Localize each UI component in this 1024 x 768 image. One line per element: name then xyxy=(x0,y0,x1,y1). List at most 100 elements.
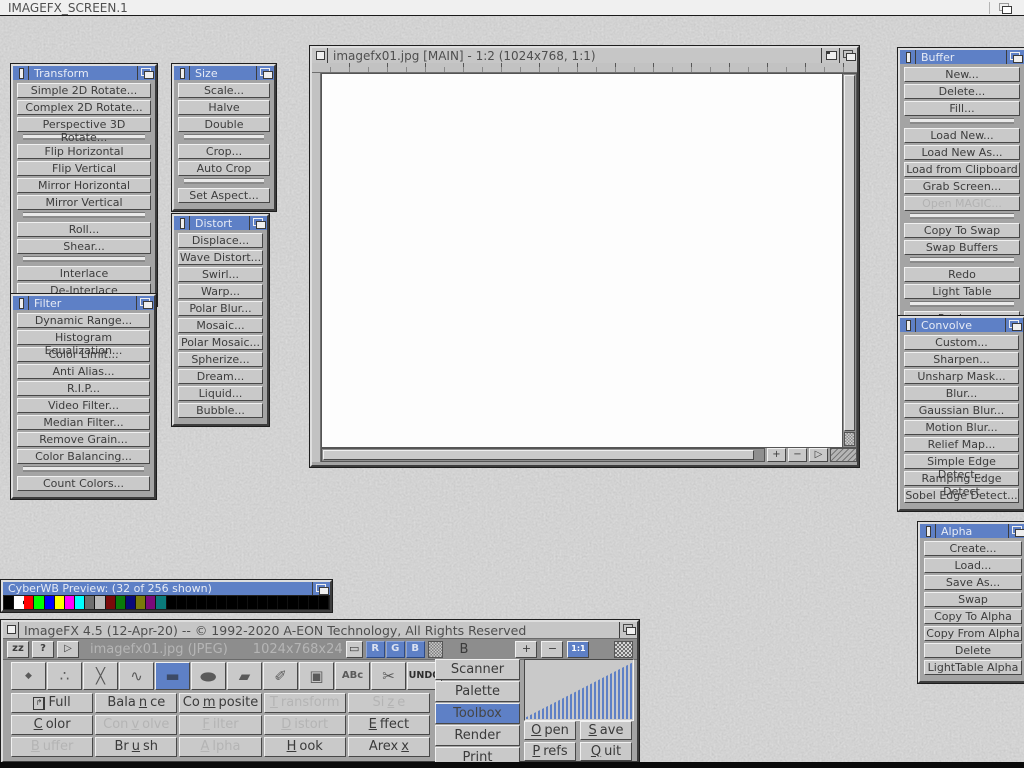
button-anti-alias[interactable]: Anti Alias... xyxy=(17,364,150,379)
button-save-as[interactable]: Save As... xyxy=(924,575,1022,590)
help-button[interactable]: ? xyxy=(32,641,54,658)
button-redo[interactable]: Redo xyxy=(904,267,1020,282)
button-delete[interactable]: Delete xyxy=(924,643,1022,658)
color-swatch[interactable] xyxy=(207,596,217,609)
color-swatch[interactable] xyxy=(258,596,268,609)
button-new[interactable]: New... xyxy=(904,67,1020,82)
color-swatch[interactable] xyxy=(197,596,207,609)
color-swatch[interactable] xyxy=(136,596,146,609)
button-delete[interactable]: Delete... xyxy=(904,84,1020,99)
b-channel-button[interactable]: B xyxy=(406,641,425,658)
button-lighttable-alpha[interactable]: LightTable Alpha xyxy=(924,660,1022,675)
macro-button[interactable]: ▷ xyxy=(57,641,79,658)
color-swatch[interactable] xyxy=(156,596,166,609)
button-effect[interactable]: Effect xyxy=(348,715,430,735)
button-full[interactable]: ↱Full xyxy=(11,693,93,713)
oval-tool[interactable]: ● xyxy=(191,662,226,690)
color-swatch[interactable] xyxy=(95,596,105,609)
alpha-titlebar[interactable]: Alpha xyxy=(920,524,1024,538)
button-open[interactable]: Open xyxy=(524,721,576,740)
button-composite[interactable]: Composite xyxy=(179,693,261,713)
freehand-tool[interactable]: ✐ xyxy=(263,662,298,690)
button-dynamic-range[interactable]: Dynamic Range... xyxy=(17,313,150,328)
scrollbar-gadget[interactable] xyxy=(844,432,855,446)
button-video-filter[interactable]: Video Filter... xyxy=(17,398,150,413)
button-scale[interactable]: Scale... xyxy=(178,83,270,98)
button-toolbox[interactable]: Toolbox xyxy=(435,703,520,724)
color-swatch[interactable] xyxy=(106,596,116,609)
button-gaussian-blur[interactable]: Gaussian Blur... xyxy=(904,403,1019,418)
pan-gadget[interactable]: ▷ xyxy=(809,448,828,462)
color-swatch[interactable] xyxy=(268,596,278,609)
zoom-in-gadget[interactable]: + xyxy=(767,448,786,462)
screen-depth-gadget[interactable] xyxy=(996,1,1018,14)
color-swatch[interactable] xyxy=(319,596,329,609)
button-swap-buffers[interactable]: Swap Buffers xyxy=(904,240,1020,255)
color-swatch[interactable] xyxy=(217,596,227,609)
r-channel-button[interactable]: R xyxy=(366,641,385,658)
toolbar-titlebar[interactable]: ImageFX 4.5 (12-Apr-20) -- © 1992-2020 A… xyxy=(3,622,637,638)
resize-gadget[interactable] xyxy=(830,448,857,462)
button-render[interactable]: Render xyxy=(435,725,520,746)
button-interlace[interactable]: Interlace xyxy=(17,266,151,281)
close-gadget[interactable] xyxy=(3,622,19,638)
button-dream[interactable]: Dream... xyxy=(178,369,263,384)
color-swatch[interactable] xyxy=(309,596,319,609)
button-blur[interactable]: Blur... xyxy=(904,386,1019,401)
depth-gadget[interactable] xyxy=(1006,50,1024,64)
horizontal-scrollbar[interactable] xyxy=(321,448,765,462)
color-swatch[interactable] xyxy=(34,596,44,609)
airbrush-tool[interactable]: ∴ xyxy=(47,662,82,690)
line-tool[interactable]: ╳ xyxy=(83,662,118,690)
button-light-table[interactable]: Light Table xyxy=(904,284,1020,299)
button-load[interactable]: Load... xyxy=(924,558,1022,573)
color-swatch[interactable] xyxy=(24,596,34,609)
button-scanner[interactable]: Scanner xyxy=(435,659,520,680)
button-shear[interactable]: Shear... xyxy=(17,239,151,254)
button-color-limit[interactable]: Color Limit... xyxy=(17,347,150,362)
button-double[interactable]: Double xyxy=(178,117,270,132)
button-mirror-vertical[interactable]: Mirror Vertical xyxy=(17,195,151,210)
button-load-from-clipboard[interactable]: Load from Clipboard xyxy=(904,162,1020,177)
button-r-i-p[interactable]: R.I.P... xyxy=(17,381,150,396)
box-tool[interactable]: ▬ xyxy=(155,662,190,690)
color-swatch[interactable] xyxy=(278,596,288,609)
curve-tool[interactable]: ∿ xyxy=(119,662,154,690)
close-gadget[interactable] xyxy=(174,66,190,80)
button-median-filter[interactable]: Median Filter... xyxy=(17,415,150,430)
pattern-button[interactable] xyxy=(614,641,633,658)
button-wave-distort[interactable]: Wave Distort... xyxy=(178,250,263,265)
button-ramping-edge-detect[interactable]: Ramping Edge Detect xyxy=(904,471,1019,486)
button-swirl[interactable]: Swirl... xyxy=(178,267,263,282)
color-swatch[interactable] xyxy=(248,596,258,609)
depth-gadget[interactable] xyxy=(312,582,330,595)
button-warp[interactable]: Warp... xyxy=(178,284,263,299)
depth-gadget[interactable] xyxy=(1008,524,1024,538)
fill-tool[interactable]: ▣ xyxy=(299,662,334,690)
color-swatch[interactable] xyxy=(177,596,187,609)
button-load-new-as[interactable]: Load New As... xyxy=(904,145,1020,160)
button-fill[interactable]: Fill... xyxy=(904,101,1020,116)
close-gadget[interactable] xyxy=(920,524,936,538)
button-mirror-horizontal[interactable]: Mirror Horizontal xyxy=(17,178,151,193)
button-sharpen[interactable]: Sharpen... xyxy=(904,352,1019,367)
button-perspective-3d-rotate[interactable]: Perspective 3D Rotate... xyxy=(17,117,151,132)
button-create[interactable]: Create... xyxy=(924,541,1022,556)
sleep-button[interactable]: zz xyxy=(7,641,29,658)
button-spherize[interactable]: Spherize... xyxy=(178,352,263,367)
button-arexx[interactable]: Arexx xyxy=(348,737,430,757)
button-copy-from-alpha[interactable]: Copy From Alpha xyxy=(924,626,1022,641)
size-titlebar[interactable]: Size xyxy=(174,66,274,80)
screen-mode-button[interactable]: ▭ xyxy=(346,641,363,658)
color-swatch[interactable] xyxy=(238,596,248,609)
button-relief-map[interactable]: Relief Map... xyxy=(904,437,1019,452)
button-balance[interactable]: Balance xyxy=(95,693,177,713)
distort-titlebar[interactable]: Distort xyxy=(174,216,267,230)
button-liquid[interactable]: Liquid... xyxy=(178,386,263,401)
image-canvas[interactable] xyxy=(321,73,842,448)
button-remove-grain[interactable]: Remove Grain... xyxy=(17,432,150,447)
close-gadget[interactable] xyxy=(174,216,190,230)
button-polar-mosaic[interactable]: Polar Mosaic... xyxy=(178,335,263,350)
depth-gadget[interactable] xyxy=(136,296,154,310)
button-copy-to-swap[interactable]: Copy To Swap xyxy=(904,223,1020,238)
